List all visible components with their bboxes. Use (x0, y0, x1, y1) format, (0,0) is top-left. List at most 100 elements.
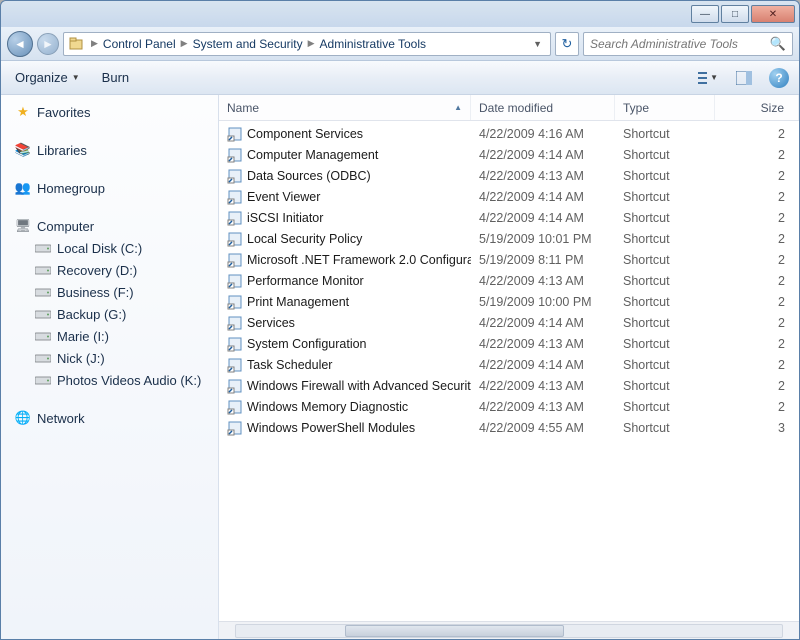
sidebar-item-homegroup[interactable]: 👥 Homegroup (1, 177, 218, 199)
file-type: Shortcut (615, 211, 715, 225)
search-box[interactable]: 🔍 (583, 32, 793, 56)
scrollbar-thumb[interactable] (345, 625, 563, 637)
file-date: 4/22/2009 4:55 AM (471, 421, 615, 435)
sidebar-label: Business (F:) (57, 285, 134, 300)
file-date: 5/19/2009 10:01 PM (471, 232, 615, 246)
shortcut-icon (227, 189, 243, 205)
scrollbar-track[interactable] (235, 624, 783, 638)
column-header-name[interactable]: Name ▲ (219, 95, 471, 120)
file-row[interactable]: Component Services4/22/2009 4:16 AMShort… (219, 123, 799, 144)
content-body: ★ Favorites 📚 Libraries 👥 Homegroup 🖥 (1, 95, 799, 639)
shortcut-icon (227, 273, 243, 289)
column-header-type[interactable]: Type (615, 95, 715, 120)
view-options-button[interactable]: ▼ (697, 68, 719, 88)
file-row[interactable]: Services4/22/2009 4:14 AMShortcut2 (219, 312, 799, 333)
file-size: 2 (715, 190, 799, 204)
file-name: Task Scheduler (247, 358, 332, 372)
file-row[interactable]: Task Scheduler4/22/2009 4:14 AMShortcut2 (219, 354, 799, 375)
file-type: Shortcut (615, 316, 715, 330)
file-size: 2 (715, 379, 799, 393)
sidebar-item-drive[interactable]: Business (F:) (1, 281, 218, 303)
homegroup-icon: 👥 (15, 180, 31, 196)
minimize-button[interactable]: — (691, 5, 719, 23)
breadcrumb-segment[interactable]: Administrative Tools (318, 37, 429, 51)
sidebar-item-drive[interactable]: Backup (G:) (1, 303, 218, 325)
star-icon: ★ (15, 104, 31, 120)
file-row[interactable]: Computer Management4/22/2009 4:14 AMShor… (219, 144, 799, 165)
file-row[interactable]: System Configuration4/22/2009 4:13 AMSho… (219, 333, 799, 354)
file-type: Shortcut (615, 358, 715, 372)
file-row[interactable]: Print Management5/19/2009 10:00 PMShortc… (219, 291, 799, 312)
navigation-bar: ◄ ► ▶ Control Panel ▶ System and Securit… (1, 27, 799, 61)
drive-icon (35, 372, 51, 388)
file-type: Shortcut (615, 148, 715, 162)
close-button[interactable]: ✕ (751, 5, 795, 23)
sidebar-item-favorites[interactable]: ★ Favorites (1, 101, 218, 123)
file-size: 2 (715, 295, 799, 309)
preview-pane-button[interactable] (733, 68, 755, 88)
file-date: 4/22/2009 4:13 AM (471, 337, 615, 351)
sidebar-item-network[interactable]: 🌐 Network (1, 407, 218, 429)
sidebar-item-computer[interactable]: 🖥 Computer (1, 215, 218, 237)
file-date: 4/22/2009 4:13 AM (471, 379, 615, 393)
organize-button[interactable]: Organize ▼ (11, 68, 84, 87)
sidebar-label: Marie (I:) (57, 329, 109, 344)
drive-icon (35, 306, 51, 322)
chevron-right-icon: ▶ (178, 38, 191, 49)
help-button[interactable]: ? (769, 68, 789, 88)
titlebar: — □ ✕ (1, 1, 799, 27)
column-header-date[interactable]: Date modified (471, 95, 615, 120)
file-size: 2 (715, 337, 799, 351)
file-type: Shortcut (615, 127, 715, 141)
file-row[interactable]: Microsoft .NET Framework 2.0 Configurat.… (219, 249, 799, 270)
file-type: Shortcut (615, 169, 715, 183)
file-type: Shortcut (615, 295, 715, 309)
file-date: 4/22/2009 4:13 AM (471, 274, 615, 288)
drive-icon (35, 284, 51, 300)
file-type: Shortcut (615, 253, 715, 267)
search-input[interactable] (590, 37, 770, 51)
file-row[interactable]: Windows Memory Diagnostic4/22/2009 4:13 … (219, 396, 799, 417)
sidebar-label: Photos Videos Audio (K:) (57, 373, 201, 388)
file-name: Microsoft .NET Framework 2.0 Configurat.… (247, 253, 471, 267)
sidebar-item-drive[interactable]: Local Disk (C:) (1, 237, 218, 259)
file-row[interactable]: Windows PowerShell Modules4/22/2009 4:55… (219, 417, 799, 438)
file-date: 5/19/2009 8:11 PM (471, 253, 615, 267)
search-icon[interactable]: 🔍 (770, 36, 786, 52)
sidebar-item-libraries[interactable]: 📚 Libraries (1, 139, 218, 161)
drive-icon (35, 240, 51, 256)
file-row[interactable]: Data Sources (ODBC)4/22/2009 4:13 AMShor… (219, 165, 799, 186)
file-row[interactable]: Event Viewer4/22/2009 4:14 AMShortcut2 (219, 186, 799, 207)
file-size: 3 (715, 421, 799, 435)
forward-button[interactable]: ► (37, 33, 59, 55)
file-list-pane: Name ▲ Date modified Type Size Component… (219, 95, 799, 639)
breadcrumb-segment[interactable]: Control Panel (101, 37, 178, 51)
file-type: Shortcut (615, 421, 715, 435)
file-row[interactable]: iSCSI Initiator4/22/2009 4:14 AMShortcut… (219, 207, 799, 228)
shortcut-icon (227, 294, 243, 310)
file-row[interactable]: Windows Firewall with Advanced Security4… (219, 375, 799, 396)
sidebar-item-drive[interactable]: Photos Videos Audio (K:) (1, 369, 218, 391)
file-row[interactable]: Performance Monitor4/22/2009 4:13 AMShor… (219, 270, 799, 291)
sidebar-item-drive[interactable]: Nick (J:) (1, 347, 218, 369)
refresh-button[interactable]: ↻ (555, 32, 579, 56)
shortcut-icon (227, 126, 243, 142)
breadcrumb-segment[interactable]: System and Security (191, 37, 305, 51)
file-name: Windows Memory Diagnostic (247, 400, 408, 414)
file-list: Component Services4/22/2009 4:16 AMShort… (219, 121, 799, 621)
back-button[interactable]: ◄ (7, 31, 33, 57)
file-date: 4/22/2009 4:16 AM (471, 127, 615, 141)
address-bar[interactable]: ▶ Control Panel ▶ System and Security ▶ … (63, 32, 551, 56)
shortcut-icon (227, 210, 243, 226)
maximize-button[interactable]: □ (721, 5, 749, 23)
address-dropdown-icon[interactable]: ▼ (529, 39, 546, 49)
file-row[interactable]: Local Security Policy5/19/2009 10:01 PMS… (219, 228, 799, 249)
sidebar-item-drive[interactable]: Recovery (D:) (1, 259, 218, 281)
burn-button[interactable]: Burn (98, 68, 133, 87)
column-header-size[interactable]: Size (715, 95, 799, 120)
computer-icon: 🖥 (15, 218, 31, 234)
horizontal-scrollbar[interactable] (219, 621, 799, 639)
file-name: Windows Firewall with Advanced Security (247, 379, 471, 393)
sidebar-item-drive[interactable]: Marie (I:) (1, 325, 218, 347)
file-date: 4/22/2009 4:14 AM (471, 211, 615, 225)
